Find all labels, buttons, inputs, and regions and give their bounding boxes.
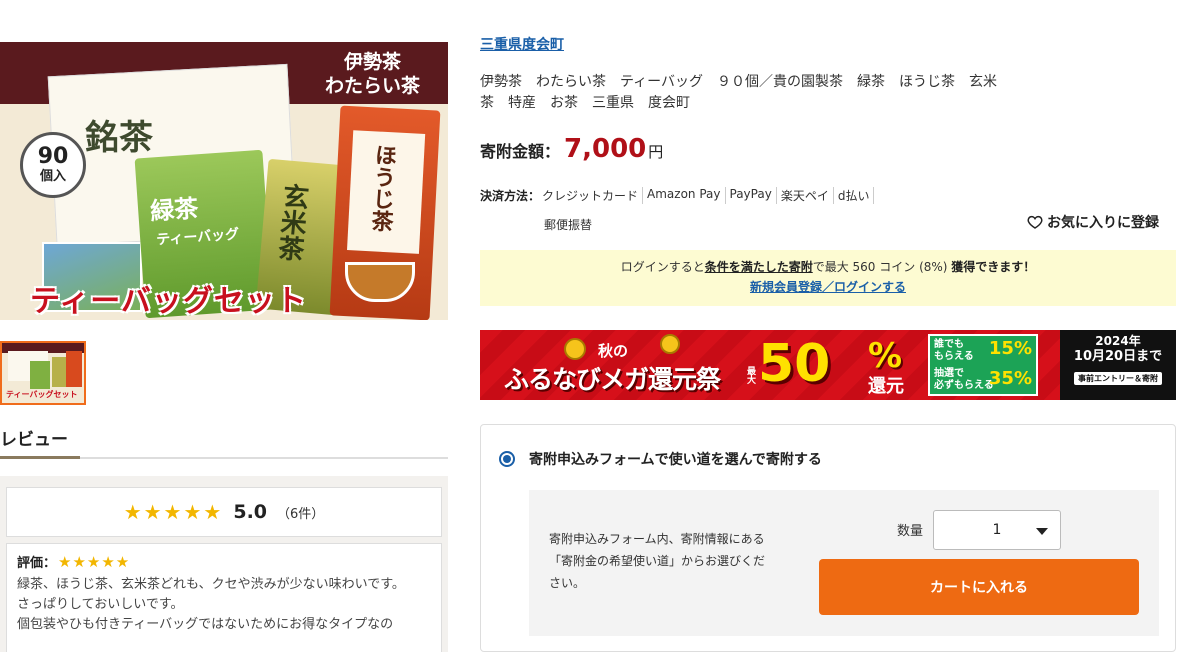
review-rating-row: 評価： ★★★★★ [17, 552, 431, 572]
payment-label: 決済方法： [480, 189, 541, 203]
image-brand-text: 伊勢茶 わたらい茶 [324, 51, 420, 97]
add-to-cart-button[interactable]: カートに入れる [819, 559, 1139, 615]
donation-option-radio[interactable] [499, 451, 515, 467]
count-badge-unit: 個入 [39, 169, 66, 184]
quantity-label: 数量 [897, 524, 924, 539]
review-card: 評価： ★★★★★ 緑茶、ほうじ茶、玄米茶どれも、クセや渋みが少ない味わいです。… [6, 543, 442, 652]
login-notice: ログインすると条件を満たした寄附で最大 560 コイン (8%) 獲得できます！… [480, 250, 1176, 306]
payment-methods: 決済方法： クレジットカード Amazon Pay PayPay 楽天ペイ d払… [480, 187, 920, 233]
coin-icon [564, 338, 586, 360]
chevron-down-icon [1036, 528, 1048, 535]
banner-kangen: 還元 [868, 376, 904, 397]
thumb-orange-bag [66, 351, 82, 387]
payment-postal-transfer: 郵便振替 [544, 218, 593, 232]
donation-option[interactable]: 寄附申込みフォームで使い道を選んで寄附する [499, 449, 822, 469]
coin-icon [660, 334, 680, 354]
banner-autumn: 秋の [598, 342, 629, 360]
banner-deadline: 2024年 10月20日まで 事前エントリー＆寄附 [1060, 330, 1176, 400]
price-colon: ： [544, 142, 561, 161]
price-value: 7,000 [564, 134, 647, 164]
payment-amazon-pay: Amazon Pay [643, 187, 726, 204]
deal-everyone: 誰でも もらえる [934, 339, 974, 362]
product-main-image[interactable]: 伊勢茶 わたらい茶 銘茶 90 個入 緑茶 ティーバッグ 玄米茶 ほうじ茶 ティ… [0, 42, 448, 320]
notice-prefix: ログインすると [620, 260, 705, 274]
region-link[interactable]: 三重県度会町 [480, 34, 564, 54]
deal-lottery: 抽選で 必ずもらえる [934, 368, 994, 391]
banner-entry: 事前エントリー＆寄附 [1074, 372, 1162, 385]
price-label: 寄附金額 [480, 142, 545, 161]
banner-until: 10月20日まで [1073, 349, 1163, 364]
donation-form-panel: 寄附申込みフォーム内、寄附情報にある「寄附金の希望使い道」からお選びください。 … [529, 490, 1159, 636]
banner-year: 2024年 [1095, 334, 1141, 348]
banner-campaign-title: ふるなびメガ還元祭 [504, 365, 721, 394]
hojicha-label: ほうじ茶 [367, 143, 398, 233]
banner-max: 最大 [745, 366, 755, 384]
review-average: 5.0 [233, 501, 268, 523]
count-badge-number: 90 [37, 144, 69, 169]
review-rating-label: 評価： [17, 556, 57, 571]
deal-lottery-value: 35% [988, 368, 1032, 389]
banner-percent-number: 50 [758, 334, 831, 394]
green-tea-sub: ティーバッグ [155, 226, 240, 249]
campaign-banner[interactable]: 秋の ふるなびメガ還元祭 最大 50 % 還元 誰でも もらえる 15% 抽選で… [480, 330, 1176, 400]
image-caption: ティーバッグセット [30, 284, 307, 319]
payment-credit-card: クレジットカード [540, 187, 644, 204]
donation-option-label: 寄附申込みフォームで使い道を選んで寄附する [529, 452, 822, 468]
thumb-caption: ティーバッグセット [6, 390, 78, 399]
genmaicha-label: 玄米茶 [272, 181, 310, 263]
quantity-value: 1 [992, 522, 1002, 538]
summary-stars-icon: ★★★★★ [123, 500, 224, 524]
register-login-link[interactable]: 新規会員登録／ログインする [750, 280, 906, 294]
review-body: 緑茶、ほうじ茶、玄米茶どれも、クセや渋みが少ない味わいです。 さっぱりしておいし… [17, 577, 405, 632]
favorite-label: お気に入りに登録 [1047, 215, 1159, 231]
review-count[interactable]: （6件） [277, 503, 324, 522]
price-row: 寄附金額 ： 7,000 円 [480, 134, 663, 164]
price-unit: 円 [648, 143, 664, 161]
review-tab[interactable]: レビュー [0, 425, 68, 450]
notice-earn: 獲得できます！ [951, 260, 1036, 274]
review-stars-icon: ★★★★★ [58, 552, 131, 571]
thumb-green-bag [30, 361, 50, 389]
add-favorite-button[interactable]: お気に入りに登録 [1027, 212, 1159, 232]
banner-deals: 誰でも もらえる 15% 抽選で 必ずもらえる 35% [928, 334, 1038, 396]
thumb-yellow-bag [52, 357, 66, 387]
banner-percent-sign: % [868, 336, 903, 376]
payment-paypay: PayPay [726, 187, 777, 204]
radio-selected-dot [503, 455, 511, 463]
green-tea-label: 緑茶 [149, 193, 200, 226]
notice-line: ログインすると条件を満たした寄附で最大 560 コイン (8%) 獲得できます！ [480, 258, 1176, 276]
product-title: 伊勢茶 わたらい茶 ティーバッグ ９０個／貴の園製茶 緑茶 ほうじ茶 玄米茶 特… [480, 74, 998, 111]
donation-form-card: 寄附申込みフォームで使い道を選んで寄附する 寄附申込みフォーム内、寄附情報にある… [480, 424, 1176, 652]
payment-rakuten-pay: 楽天ペイ [777, 187, 834, 204]
count-badge: 90 個入 [20, 132, 86, 198]
payment-d-barai: d払い [834, 187, 875, 204]
image-thumbnail[interactable]: ティーバッグセット [0, 341, 86, 405]
tea-box-label: 銘茶 [85, 118, 153, 158]
donation-instructions: 寄附申込みフォーム内、寄附情報にある「寄附金の希望使い道」からお選びください。 [549, 532, 766, 590]
notice-middle: で最大 560 コイン (8%) [812, 260, 952, 274]
deal-everyone-value: 15% [988, 338, 1032, 359]
quantity-select[interactable]: 1 [933, 510, 1061, 550]
condition-link[interactable]: 条件を満たした寄附 [705, 260, 813, 274]
review-summary: ★★★★★ 5.0 （6件） [6, 487, 442, 537]
review-tab-indicator [0, 456, 80, 459]
heart-icon [1027, 215, 1043, 229]
